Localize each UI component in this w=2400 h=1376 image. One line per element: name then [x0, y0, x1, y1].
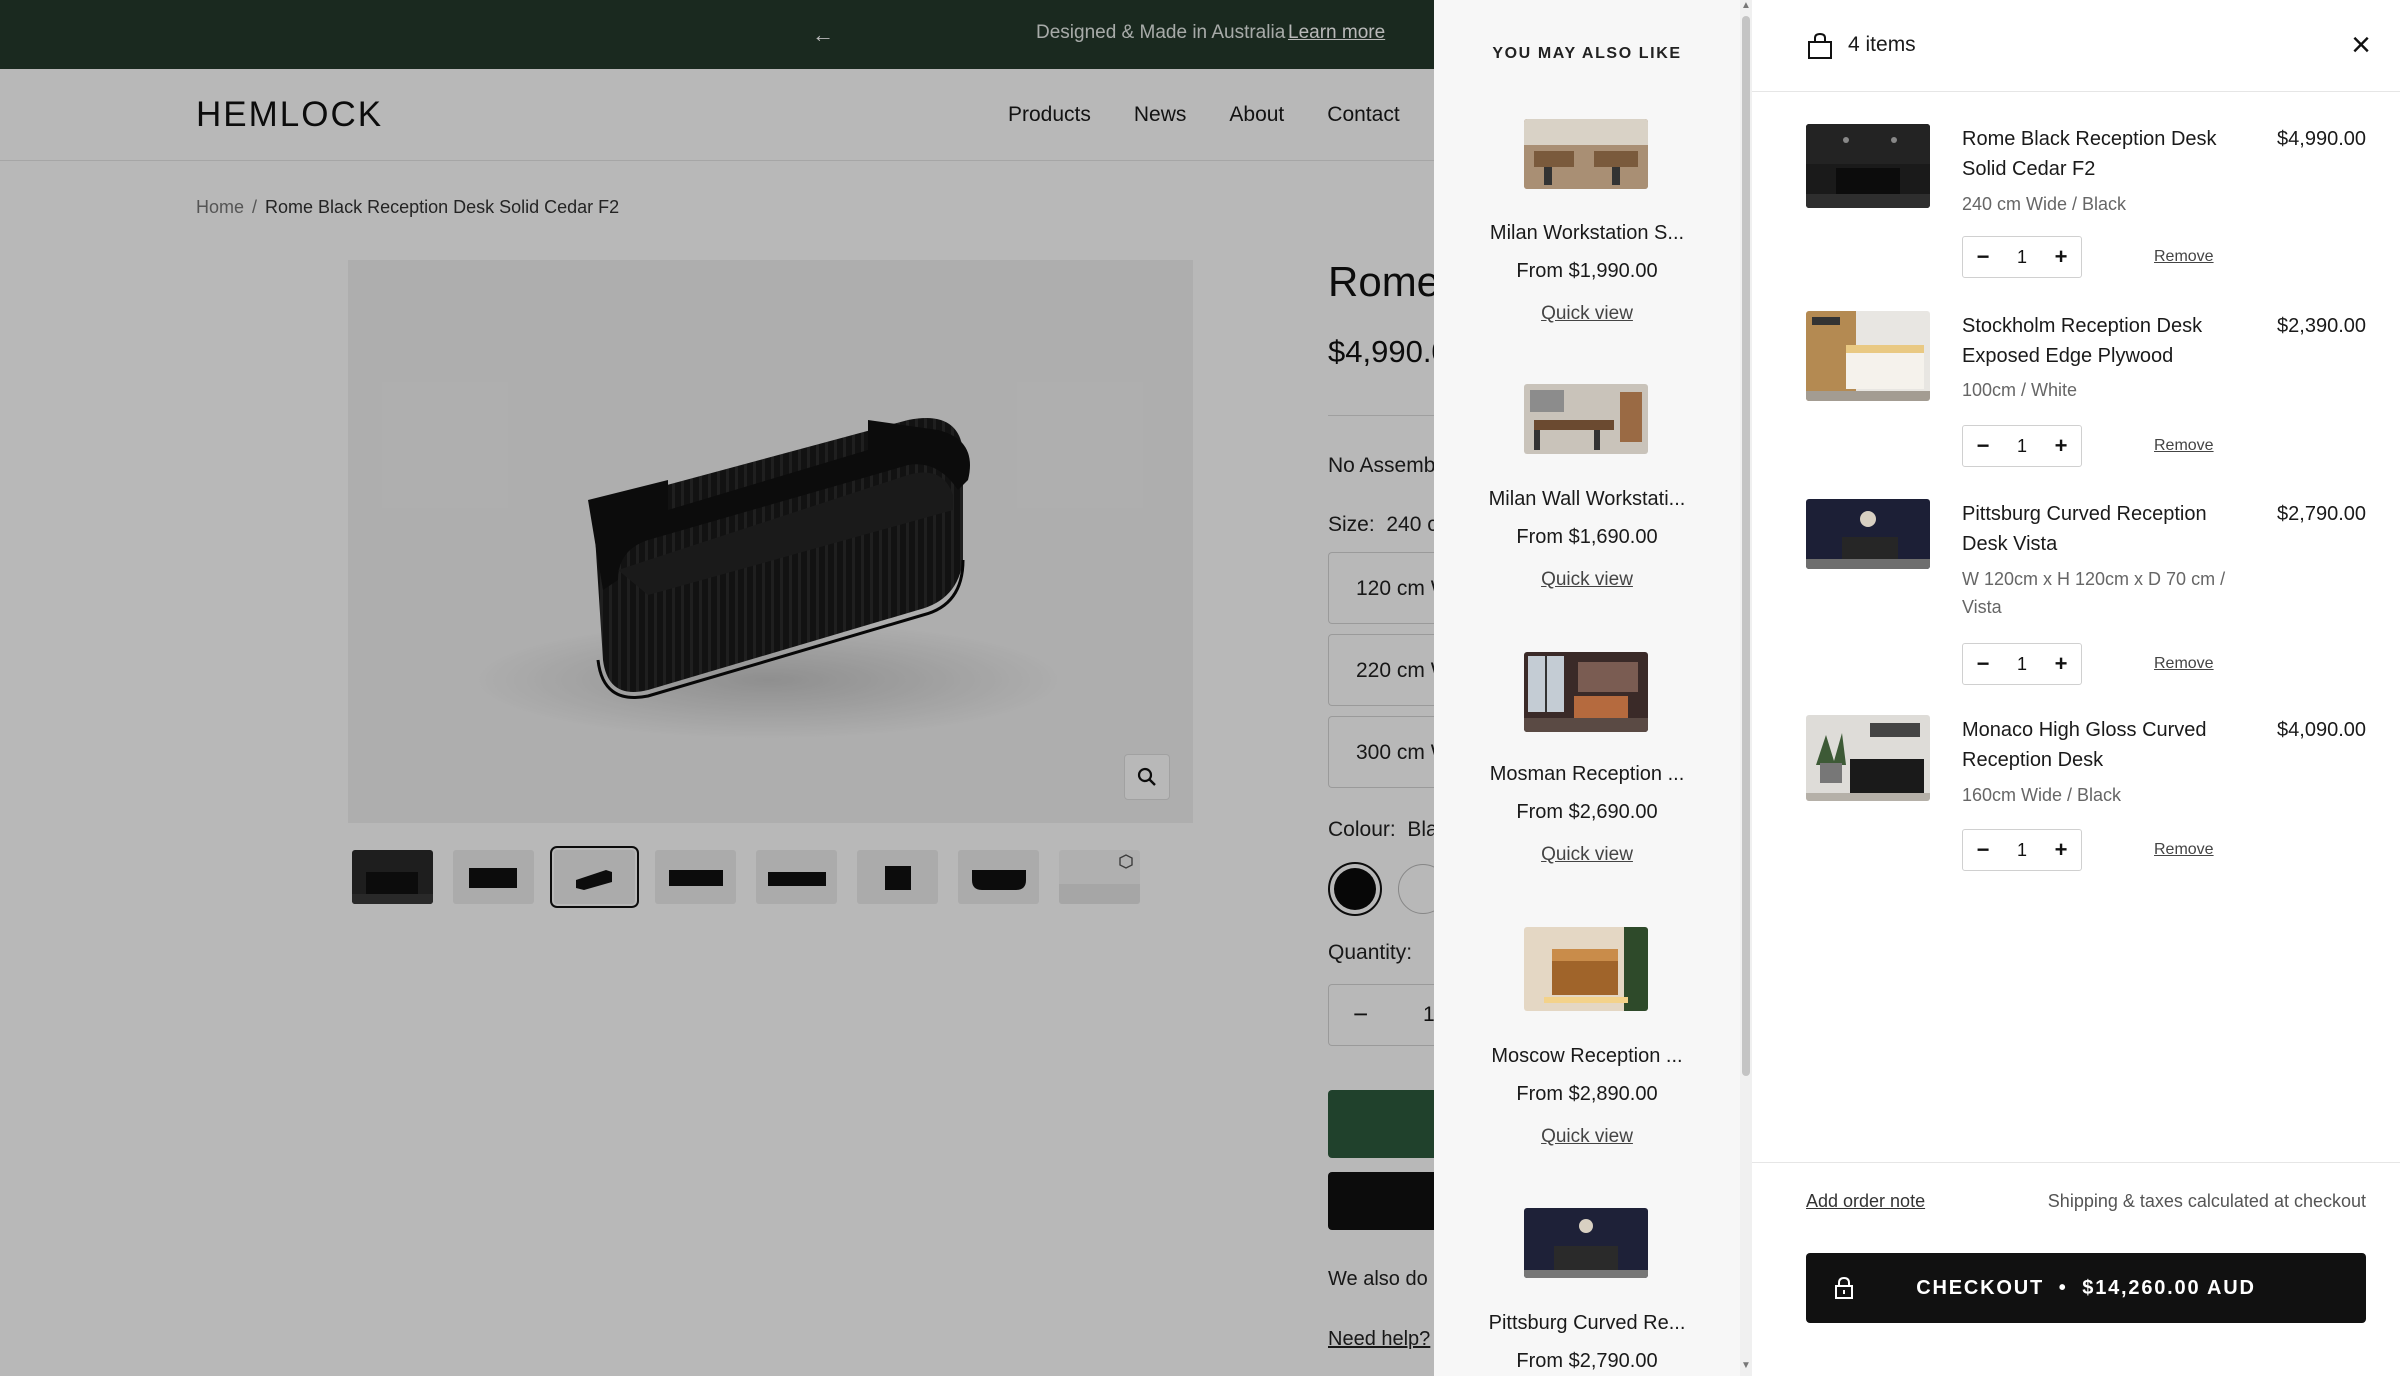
cart-item-price: $2,790.00 — [2277, 503, 2366, 525]
quantity-increase-button[interactable]: + — [2041, 433, 2081, 459]
quantity-stepper: − 1 + — [1962, 829, 2082, 871]
cart-item-image[interactable] — [1806, 311, 1930, 401]
rec-name[interactable]: Pittsburg Curved Re... — [1434, 1312, 1740, 1335]
rec-image[interactable] — [1524, 1208, 1648, 1278]
cart-item-name[interactable]: Rome Black Reception Desk Solid Cedar F2 — [1962, 124, 2252, 184]
rec-price: From $2,690.00 — [1516, 801, 1658, 823]
recommendations-scrollbar[interactable]: ▲ ▼ — [1740, 0, 1752, 1376]
page-overlay[interactable] — [0, 0, 1434, 1376]
close-icon[interactable]: × — [2346, 28, 2376, 62]
quantity-input[interactable]: 1 — [2003, 840, 2041, 861]
rec-price: From $1,990.00 — [1516, 260, 1658, 282]
cart-item-price: $4,990.00 — [2277, 128, 2366, 150]
rec-image[interactable] — [1524, 927, 1648, 1011]
rec-image[interactable] — [1524, 119, 1648, 189]
remove-link[interactable]: Remove — [2154, 655, 2214, 673]
rec-image[interactable] — [1524, 652, 1648, 732]
rec-name[interactable]: Milan Wall Workstati... — [1434, 488, 1740, 511]
scroll-up-icon[interactable]: ▲ — [1741, 0, 1751, 11]
rec-name[interactable]: Moscow Reception ... — [1434, 1045, 1740, 1068]
cart-footer-divider — [1752, 1162, 2400, 1163]
checkout-total: $14,260.00 AUD — [2082, 1276, 2256, 1299]
shipping-note: Shipping & taxes calculated at checkout — [2047, 1191, 2366, 1211]
cart-item-name[interactable]: Stockholm Reception Desk Exposed Edge Pl… — [1962, 311, 2252, 371]
quantity-stepper: − 1 + — [1962, 425, 2082, 467]
quantity-decrease-button[interactable]: − — [1963, 433, 2003, 459]
scrollbar-thumb[interactable] — [1742, 16, 1750, 1076]
recommendations-title: YOU MAY ALSO LIKE — [1492, 45, 1682, 62]
cart-item-variant: 100cm / White — [1962, 380, 2078, 400]
quantity-input[interactable]: 1 — [2003, 654, 2041, 675]
cart-item-variant: 240 cm Wide / Black — [1962, 194, 2127, 214]
quantity-increase-button[interactable]: + — [2041, 837, 2081, 863]
rec-name[interactable]: Milan Workstation S... — [1434, 222, 1740, 245]
quantity-decrease-button[interactable]: − — [1963, 651, 2003, 677]
quantity-input[interactable]: 1 — [2003, 247, 2041, 268]
quantity-increase-button[interactable]: + — [2041, 244, 2081, 270]
cart-item-image[interactable] — [1806, 499, 1930, 569]
rec-quick-view[interactable]: Quick view — [1434, 1126, 1740, 1148]
remove-link[interactable]: Remove — [2154, 841, 2214, 859]
rec-name[interactable]: Mosman Reception ... — [1434, 763, 1740, 786]
cart-item-name[interactable]: Monaco High Gloss Curved Reception Desk — [1962, 715, 2252, 775]
rec-quick-view[interactable]: Quick view — [1434, 569, 1740, 591]
cart-item-variant: W 120cm x H 120cm x D 70 cm / Vista — [1962, 569, 2226, 617]
bag-icon — [1808, 32, 1832, 59]
rec-quick-view[interactable]: Quick view — [1434, 844, 1740, 866]
rec-price: From $2,790.00 — [1516, 1350, 1658, 1372]
checkout-text: CHECKOUT — [1916, 1276, 2045, 1299]
add-order-note-link[interactable]: Add order note — [1806, 1191, 1925, 1212]
cart-item-count: 4 items — [1848, 33, 1916, 56]
quantity-decrease-button[interactable]: − — [1963, 244, 2003, 270]
quantity-stepper: − 1 + — [1962, 236, 2082, 278]
scroll-down-icon[interactable]: ▼ — [1741, 1360, 1751, 1371]
cart-item-price: $4,090.00 — [2277, 719, 2366, 741]
quantity-decrease-button[interactable]: − — [1963, 837, 2003, 863]
cart-item-image[interactable] — [1806, 124, 1930, 208]
remove-link[interactable]: Remove — [2154, 437, 2214, 455]
remove-link[interactable]: Remove — [2154, 248, 2214, 266]
checkout-label: CHECKOUT • $14,260.00 AUD — [1806, 1277, 2366, 1300]
quantity-input[interactable]: 1 — [2003, 436, 2041, 457]
recommendations-panel: YOU MAY ALSO LIKE Milan Workstation S...… — [1434, 0, 1740, 1376]
cart-header: 4 items × — [1752, 0, 2400, 92]
cart-item-variant: 160cm Wide / Black — [1962, 785, 2122, 805]
cart-item-image[interactable] — [1806, 715, 1930, 801]
rec-price: From $2,890.00 — [1516, 1083, 1658, 1105]
rec-quick-view[interactable]: Quick view — [1434, 303, 1740, 325]
checkout-button[interactable]: CHECKOUT • $14,260.00 AUD — [1806, 1253, 2366, 1323]
rec-price: From $1,690.00 — [1516, 526, 1658, 548]
quantity-stepper: − 1 + — [1962, 643, 2082, 685]
rec-image[interactable] — [1524, 384, 1648, 454]
checkout-separator: • — [2058, 1276, 2068, 1299]
cart-drawer: 4 items × Rome Black Reception Desk Soli… — [1752, 0, 2400, 1376]
cart-item-name[interactable]: Pittsburg Curved Reception Desk Vista — [1962, 499, 2252, 559]
cart-item-price: $2,390.00 — [2277, 315, 2366, 337]
quantity-increase-button[interactable]: + — [2041, 651, 2081, 677]
